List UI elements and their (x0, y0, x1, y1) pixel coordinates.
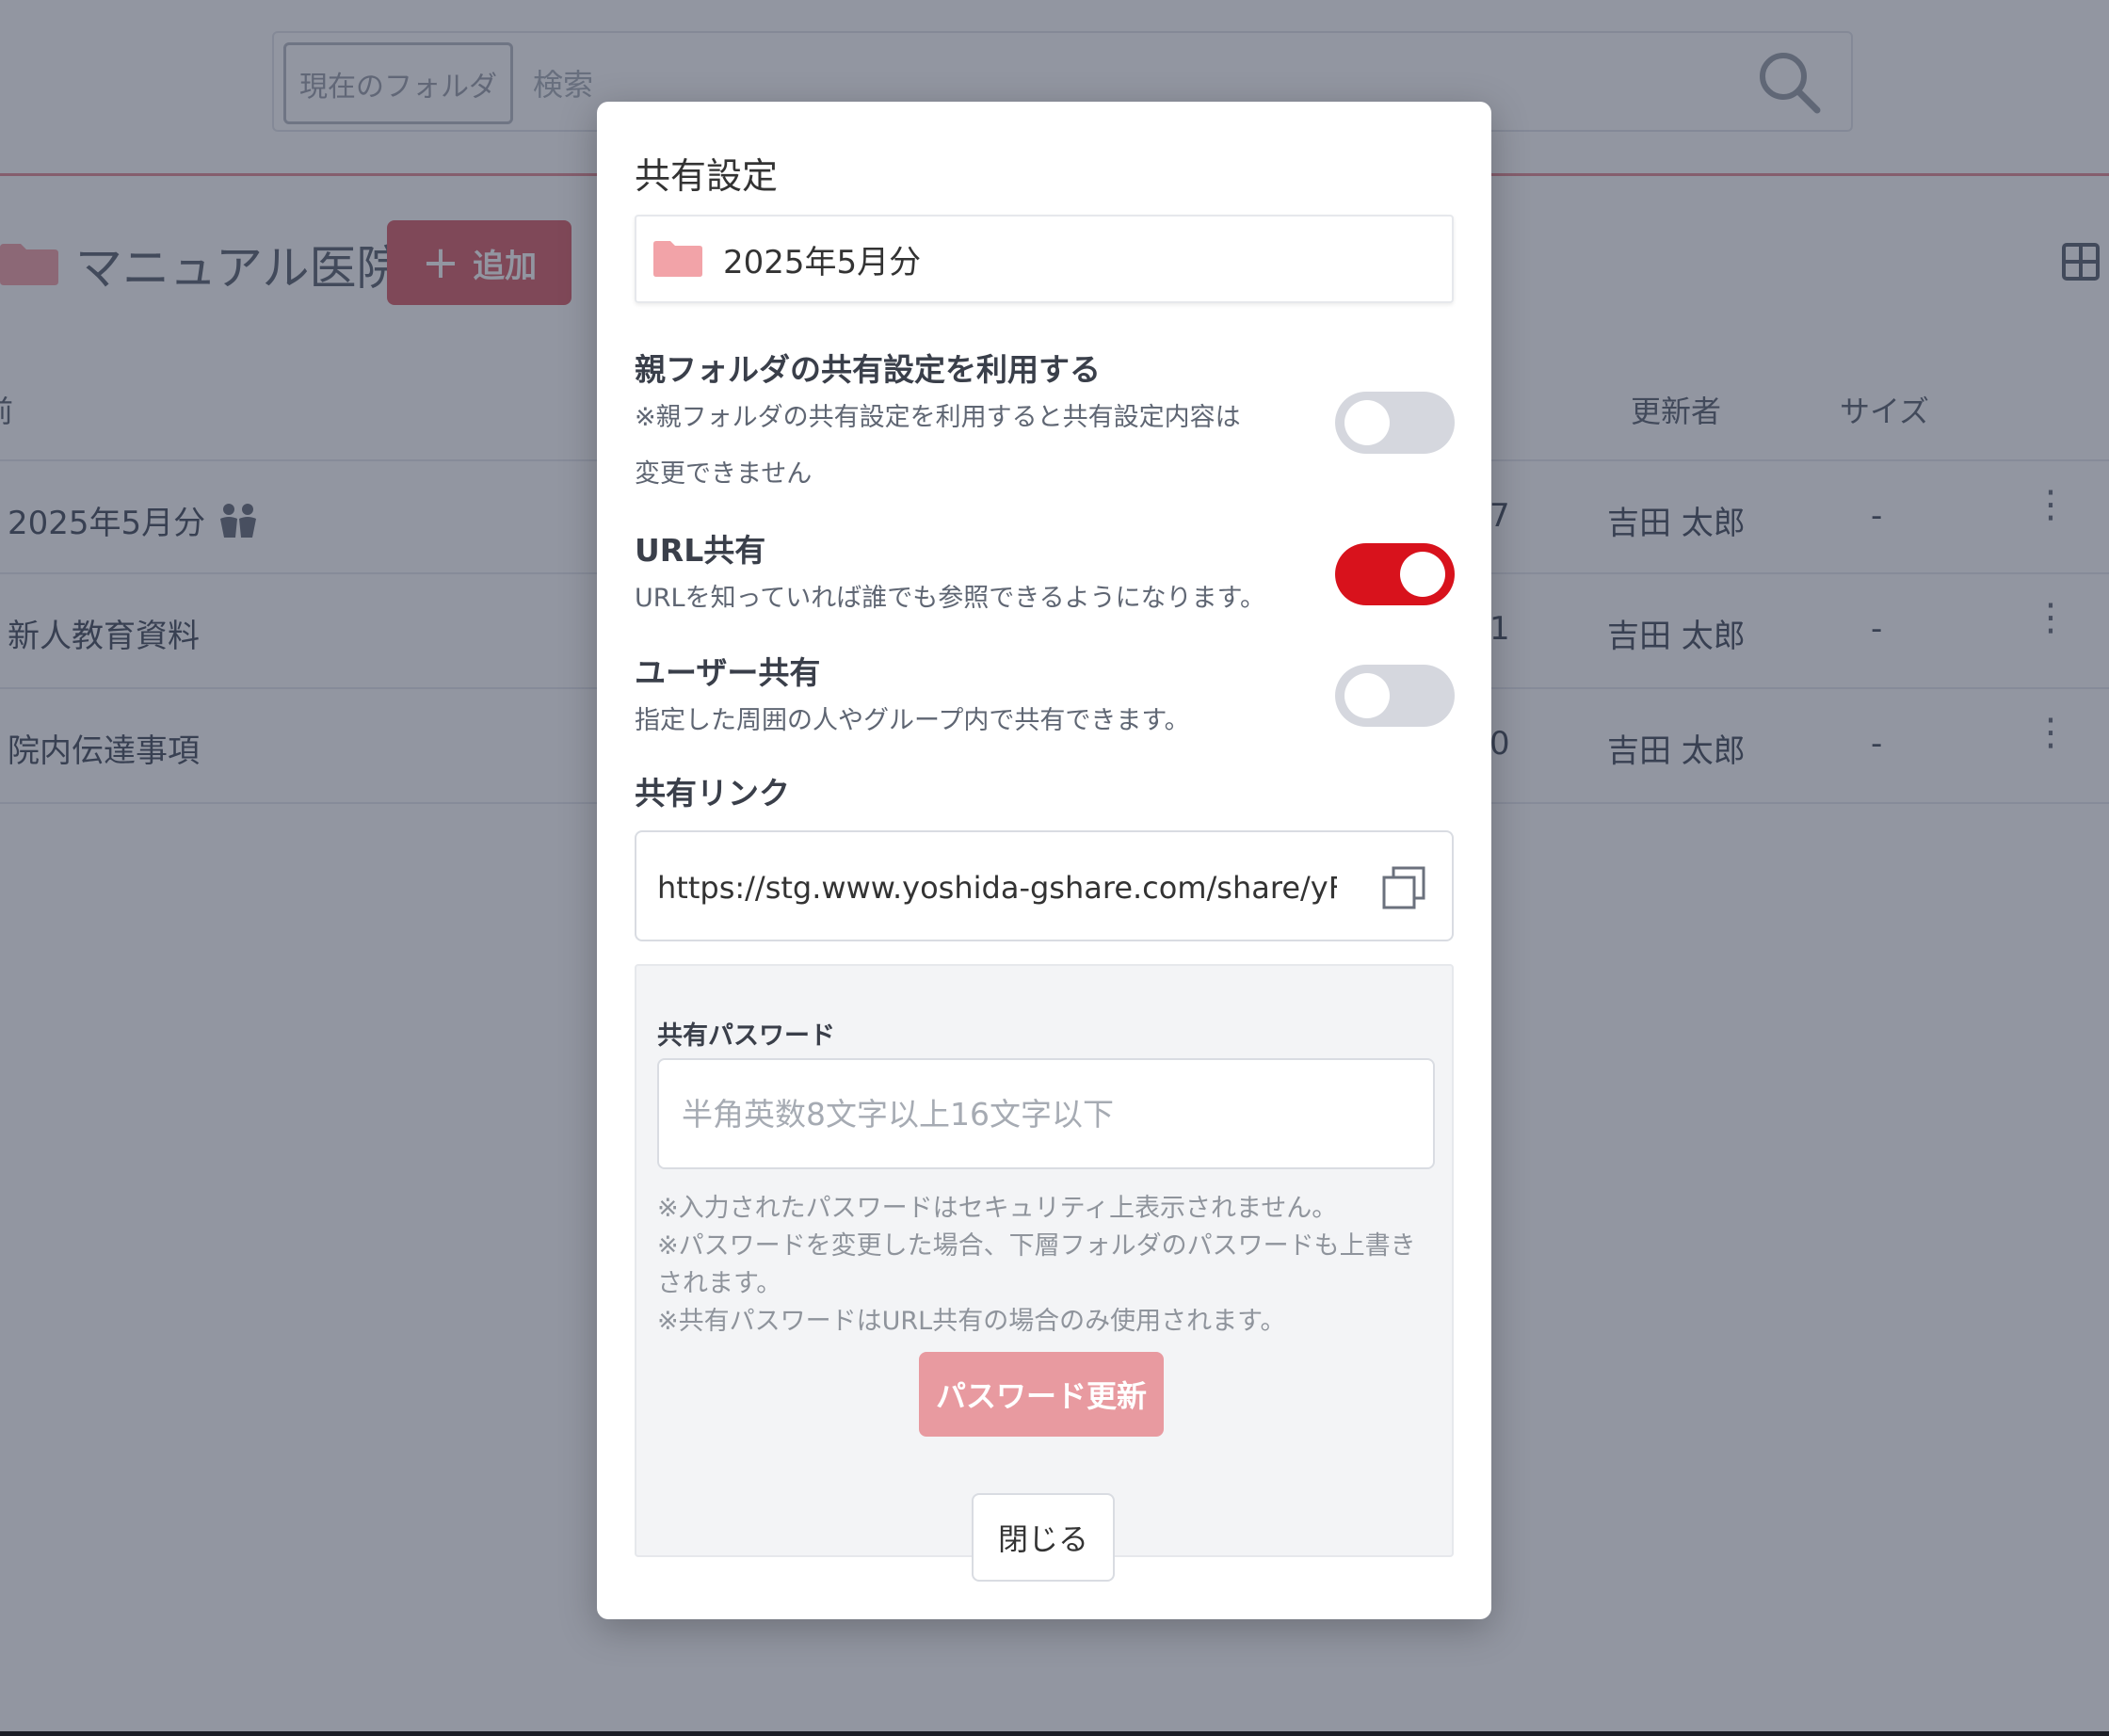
parent-setting-title: 親フォルダの共有設定を利用する (635, 351, 1101, 388)
share-password-label: 共有パスワード (657, 1021, 835, 1051)
target-folder: 2025年5月分 (635, 215, 1454, 303)
parent-setting-desc-line2: 変更できません (635, 459, 813, 489)
share-password-panel: 共有パスワード ※入力されたパスワードはセキュリティ上表示されません。 ※パスワ… (635, 964, 1454, 1557)
share-link-url[interactable]: https://stg.www.yoshida-gshare.com/share… (657, 870, 1337, 906)
share-link-field[interactable]: https://stg.www.yoshida-gshare.com/share… (635, 830, 1454, 941)
url-share-desc: URLを知っていれば誰でも参照できるようになります。 (635, 584, 1265, 613)
close-button[interactable]: 閉じる (972, 1493, 1115, 1582)
toggle-knob (1344, 673, 1390, 718)
parent-setting-desc: ※親フォルダの共有設定を利用すると共有設定内容は 変更できません (635, 390, 1284, 503)
modal-title: 共有設定 (635, 155, 779, 197)
target-folder-name: 2025年5月分 (723, 243, 922, 281)
folder-icon (653, 241, 702, 277)
url-share-title: URL共有 (635, 532, 766, 569)
toggle-knob (1344, 400, 1390, 445)
toggle-knob (1400, 552, 1445, 597)
update-password-button[interactable]: パスワード更新 (919, 1352, 1164, 1437)
url-share-toggle[interactable] (1335, 543, 1455, 605)
window-bottom-edge (0, 1731, 2109, 1736)
user-share-title: ユーザー共有 (635, 654, 821, 691)
share-password-notes: ※入力されたパスワードはセキュリティ上表示されません。 ※パスワードを変更した場… (657, 1190, 1439, 1341)
password-note: ※入力されたパスワードはセキュリティ上表示されません。 (657, 1194, 1338, 1223)
password-note: ※共有パスワードはURL共有の場合のみ使用されます。 (657, 1307, 1286, 1336)
parent-setting-toggle[interactable] (1335, 392, 1455, 454)
parent-setting-desc-line1: ※親フォルダの共有設定を利用すると共有設定内容は (635, 403, 1241, 432)
user-share-toggle[interactable] (1335, 665, 1455, 727)
user-share-desc: 指定した周囲の人やグループ内で共有できます。 (635, 706, 1190, 735)
share-password-input[interactable] (657, 1058, 1435, 1169)
password-note: ※パスワードを変更した場合、下層フォルダのパスワードも上書きされます。 (657, 1231, 1416, 1298)
share-settings-modal: 共有設定 2025年5月分 親フォルダの共有設定を利用する ※親フォルダの共有設… (597, 102, 1491, 1619)
share-link-label: 共有リンク (635, 775, 790, 812)
copy-icon[interactable] (1380, 864, 1427, 911)
